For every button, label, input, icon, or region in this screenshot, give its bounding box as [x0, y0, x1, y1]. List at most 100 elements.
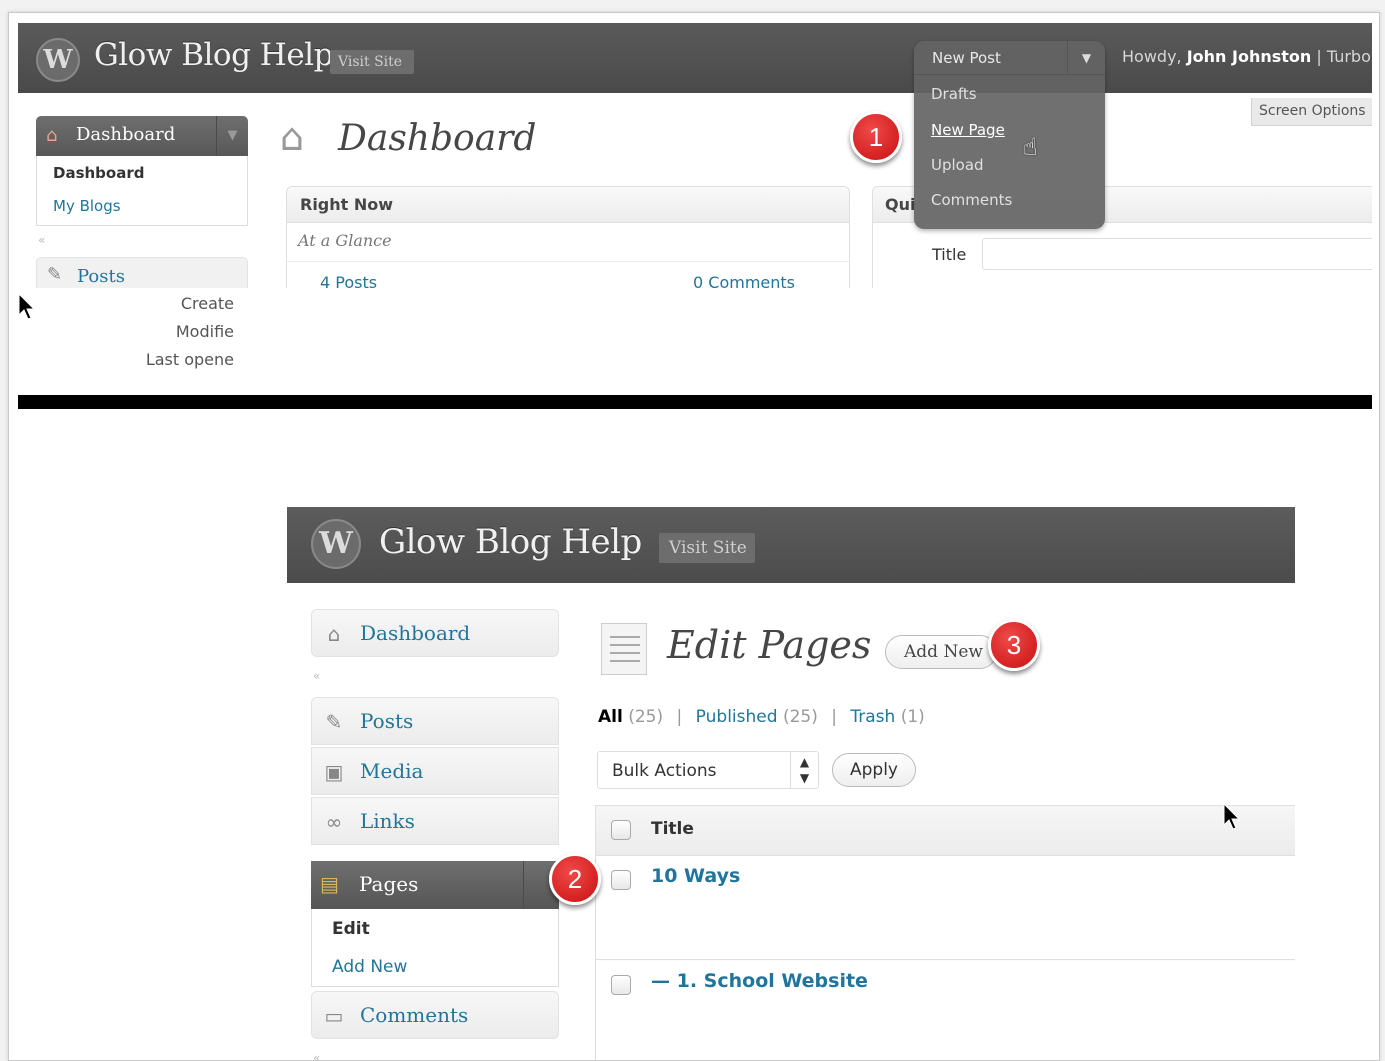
submenu-add-new[interactable]: Add New	[332, 957, 407, 977]
menu-item-drafts[interactable]: Drafts	[931, 85, 977, 103]
add-new-button[interactable]: Add New	[885, 635, 997, 669]
filter-all-count: (25)	[628, 707, 664, 727]
visit-site-button[interactable]: Visit Site	[330, 50, 414, 74]
sidebar-item-media[interactable]: ▣ Media	[311, 747, 559, 795]
apply-button[interactable]: Apply	[832, 753, 916, 787]
page-title: Dashboard	[338, 118, 537, 159]
chevron-down-icon[interactable]: ▼	[1067, 41, 1105, 75]
sidebar-item-links[interactable]: ∞ Links	[311, 797, 559, 845]
site-title[interactable]: Glow Blog Help	[379, 522, 642, 562]
sidebar-item-label: Pages	[359, 872, 419, 896]
new-post-dropdown[interactable]: New Post ▼ Drafts New Page Upload Commen…	[914, 41, 1105, 229]
page-title: Edit Pages	[667, 623, 872, 667]
divider	[287, 261, 849, 262]
home-icon: ⌂	[46, 125, 58, 146]
sidebar-item-pages[interactable]: ▤ Pages	[311, 861, 559, 909]
screenshot-frame: W Glow Blog Help Visit Site Howdy, John …	[8, 12, 1380, 1061]
new-post-button[interactable]: New Post ▼	[914, 41, 1105, 75]
menu-item-new-page[interactable]: New Page	[931, 121, 1005, 139]
bulk-actions-value: Bulk Actions	[612, 761, 717, 781]
row-checkbox[interactable]	[611, 975, 631, 995]
new-post-label: New Post	[932, 49, 1001, 67]
sidebar-item-label: Dashboard	[360, 621, 471, 645]
sidebar-item-label: Links	[360, 809, 415, 833]
sidebar-item-comments[interactable]: ▭ Comments	[311, 991, 559, 1039]
row-checkbox[interactable]	[611, 870, 631, 890]
sidebar-item-label: Media	[360, 759, 424, 783]
wordpress-logo-icon[interactable]: W	[36, 38, 80, 82]
table-header: Title	[596, 806, 1295, 856]
user-name-link[interactable]: John Johnston	[1187, 47, 1312, 66]
filter-trash[interactable]: Trash	[850, 707, 895, 727]
modified-meta: Modifie	[175, 322, 234, 341]
widget-title: Right Now	[300, 195, 394, 214]
dashboard-home-icon: ⌂	[280, 115, 305, 159]
page-title-link[interactable]: — 1. School Website	[651, 970, 868, 992]
filter-published-count: (25)	[782, 707, 818, 727]
step-badge-3: 3	[988, 619, 1040, 671]
home-icon: ⌂	[327, 622, 341, 646]
howdy-label: Howdy,	[1122, 47, 1187, 66]
sidebar-item-label: Dashboard	[76, 124, 176, 145]
select-all-checkbox[interactable]	[611, 820, 631, 840]
site-title[interactable]: Glow Blog Help	[94, 37, 333, 73]
bulk-actions-select[interactable]: Bulk Actions ▲ ▼	[597, 751, 819, 789]
howdy-trail[interactable]: | Turbo	[1311, 47, 1371, 66]
page-title-link[interactable]: 10 Ways	[651, 865, 740, 887]
admin-header: W Glow Blog Help Visit Site Howdy, John …	[18, 23, 1372, 93]
status-filter-links: All (25) | Published (25) | Trash (1)	[598, 707, 925, 727]
select-arrows-icon: ▲ ▼	[790, 752, 818, 788]
filter-published[interactable]: Published	[696, 707, 778, 727]
step-badge-2: 2	[549, 853, 601, 905]
dashboard-panel: W Glow Blog Help Visit Site Howdy, John …	[18, 23, 1372, 403]
filter-all[interactable]: All	[598, 707, 623, 727]
collapse-menu-icon[interactable]: «	[38, 233, 45, 247]
widget-header[interactable]: Right Now	[287, 187, 849, 223]
edit-pages-panel: W Glow Blog Help Visit Site ⌂ Dashboard …	[287, 507, 1295, 1060]
cropped-area: Create Modifie Last opene	[18, 288, 1372, 403]
mouse-pointer-icon	[18, 293, 36, 320]
pages-icon	[601, 623, 647, 675]
wordpress-logo-icon[interactable]: W	[311, 519, 361, 569]
sidebar-item-dashboard[interactable]: ⌂ Dashboard	[311, 609, 559, 657]
admin-header: W Glow Blog Help Visit Site	[287, 507, 1295, 583]
pushpin-icon: ✎	[325, 710, 343, 734]
submenu-dashboard[interactable]: Dashboard	[53, 164, 144, 182]
title-input[interactable]	[982, 238, 1372, 270]
title-column-header[interactable]: Title	[651, 819, 694, 839]
user-greeting: Howdy, John Johnston | Turbo	[1122, 47, 1371, 66]
last-opened-meta: Last opene	[145, 350, 234, 369]
sidebar-item-label: Posts	[77, 266, 125, 287]
visit-site-button[interactable]: Visit Site	[659, 533, 755, 563]
widget-subtitle: At a Glance	[298, 231, 392, 250]
pages-table: Title 10 Ways — 1. School Website	[595, 805, 1295, 1060]
widget-title: Qui	[885, 195, 916, 214]
mouse-pointer-icon	[1223, 803, 1241, 830]
sidebar-item-label: Comments	[360, 1003, 469, 1027]
sidebar-item-label: Posts	[360, 709, 414, 733]
sidebar-item-posts[interactable]: ✎ Posts	[311, 697, 559, 745]
title-label: Title	[932, 245, 967, 264]
created-meta: Create	[180, 294, 234, 313]
sidebar-item-dashboard[interactable]: ⌂ Dashboard ▼	[36, 116, 248, 156]
hand-pointer-icon: ☝	[1023, 133, 1038, 161]
table-row: — 1. School Website	[596, 961, 1295, 1060]
pages-icon: ▤	[320, 872, 339, 896]
screen-options-button[interactable]: Screen Options	[1251, 98, 1372, 126]
table-row: 10 Ways	[596, 856, 1295, 960]
menu-item-comments[interactable]: Comments	[931, 191, 1012, 209]
collapse-menu-icon[interactable]: «	[313, 1051, 320, 1060]
menu-item-upload[interactable]: Upload	[931, 156, 984, 174]
step-badge-1: 1	[850, 111, 902, 163]
pushpin-icon: ✎	[47, 264, 63, 285]
dashboard-submenu: Dashboard My Blogs	[36, 156, 248, 226]
submenu-edit[interactable]: Edit	[332, 919, 370, 939]
section-divider	[18, 395, 1372, 409]
filter-trash-count: (1)	[900, 707, 925, 727]
chevron-down-icon[interactable]: ▼	[216, 116, 248, 156]
submenu-my-blogs[interactable]: My Blogs	[53, 197, 121, 215]
media-icon: ▣	[324, 760, 344, 784]
pages-submenu: Edit Add New	[311, 909, 559, 987]
collapse-menu-icon[interactable]: «	[313, 669, 320, 683]
comment-bubble-icon: ▭	[324, 1004, 344, 1028]
